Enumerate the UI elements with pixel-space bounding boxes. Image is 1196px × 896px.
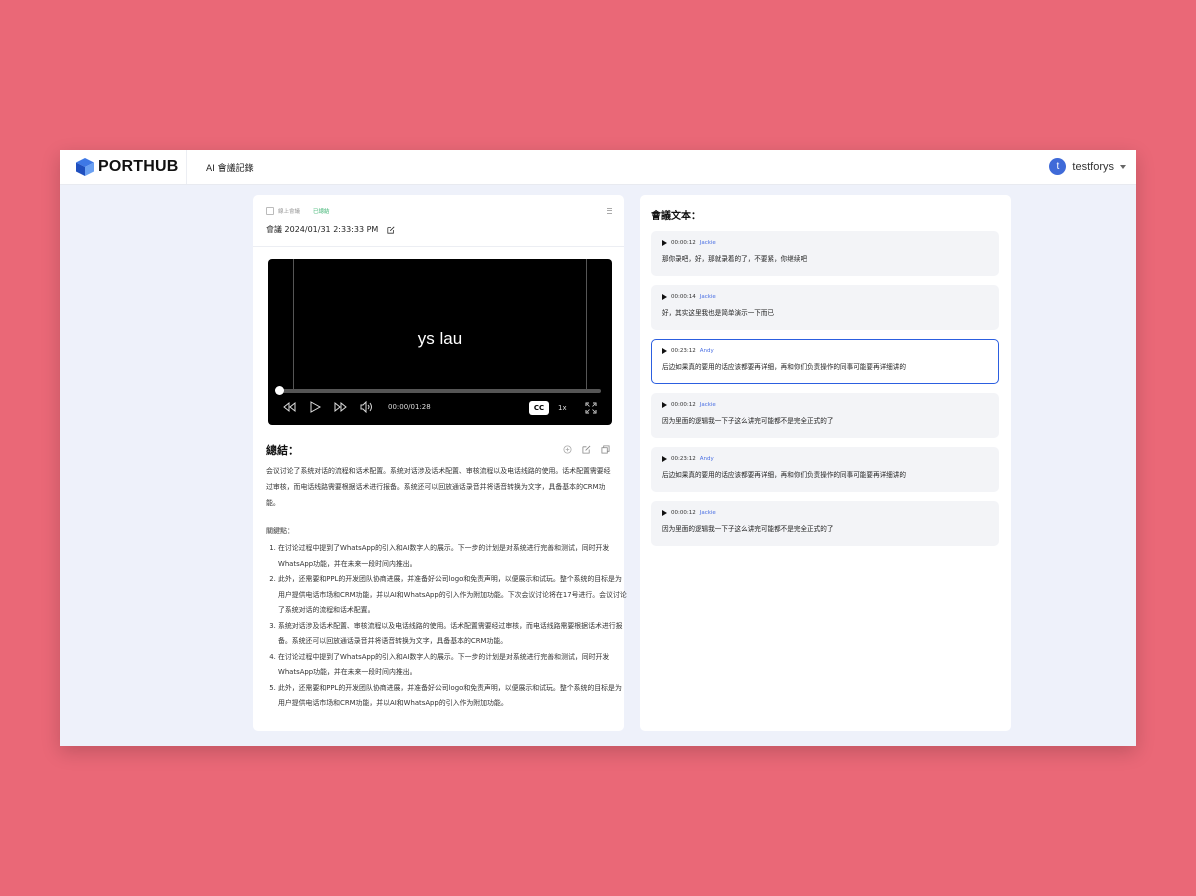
avatar[interactable]: t	[1049, 158, 1067, 175]
entry-text: 因为里面的逻辑我一下子这么讲完可能都不是完全正式的了	[662, 525, 834, 533]
meeting-title: 會議 2024/01/31 2:33:33 PM	[266, 224, 395, 235]
time-display: 00:00/01:28	[388, 403, 431, 411]
entry-meta: 00:00:14 Jackie	[662, 294, 988, 300]
list-item: 系统对话涉及话术配置、审核流程以及电话线路的使用。话术配置需要经过审核，而电话线…	[278, 619, 627, 650]
transcript-entry[interactable]: 00:00:14 Jackie 好，其实这里我也是简单演示一下而已	[651, 285, 999, 330]
entry-speaker: Jackie	[699, 402, 716, 408]
entry-text: 后边如果真的要用的话应该都要再详细，再和你们负责操作的同事可能要再详细讲的	[662, 471, 906, 479]
summary-actions	[553, 445, 610, 454]
transcript-entry[interactable]: 00:00:12 Jackie 因为里面的逻辑我一下子这么讲完可能都不是完全正式…	[651, 393, 999, 438]
play-icon[interactable]	[662, 348, 667, 354]
play-icon[interactable]	[308, 401, 322, 413]
list-item: 此外，还需要和PPL的开发团队协商进展，并准备好公司logo和免责声明，以便展示…	[278, 681, 627, 712]
nav-title[interactable]: AI 會議記錄	[206, 161, 254, 174]
list-item: 在讨论过程中提到了WhatsApp的引入和AI数字人的展示。下一步的计划是对系统…	[278, 541, 627, 572]
play-icon[interactable]	[662, 402, 667, 408]
list-item: 此外，还需要和PPL的开发团队协商进展，并准备好公司logo和免责声明，以便展示…	[278, 572, 627, 619]
video-player[interactable]: ys lau 00:00/01:28 CC 1x	[268, 259, 612, 425]
entry-meta: 00:00:12 Jackie	[662, 510, 988, 516]
volume-icon[interactable]	[360, 401, 374, 413]
app-window: PORTHUB AI 會議記錄 t testforys 線上會議 已總結 會議 …	[60, 150, 1136, 746]
entry-speaker: Jackie	[699, 240, 716, 246]
play-icon[interactable]	[662, 240, 667, 246]
key-points-list: 在讨论过程中提到了WhatsApp的引入和AI数字人的展示。下一步的计划是对系统…	[266, 541, 627, 712]
play-icon[interactable]	[662, 510, 667, 516]
entry-speaker: Andy	[699, 456, 714, 462]
play-icon[interactable]	[662, 456, 667, 462]
meeting-panel: 線上會議 已總結 會議 2024/01/31 2:33:33 PM ys lau	[253, 195, 627, 731]
divider	[253, 246, 624, 247]
entry-meta: 00:00:12 Jackie	[662, 402, 988, 408]
topbar-divider	[186, 150, 187, 184]
transcript-panel: 會議文本： 00:00:12 Jackie 那你录吧，好，那就录着的了，不要紧，…	[640, 195, 1011, 731]
entry-meta: 00:23:12 Andy	[662, 348, 988, 354]
entry-text: 那你录吧，好，那就录着的了，不要紧，你继续吧	[662, 255, 808, 263]
progress-handle[interactable]	[275, 386, 284, 395]
entry-meta: 00:23:12 Andy	[662, 456, 988, 462]
edit-icon[interactable]	[387, 225, 395, 234]
caret-down-icon[interactable]	[1120, 164, 1126, 169]
meeting-meta: 線上會議 已總結	[266, 207, 330, 215]
entry-time: 00:23:12	[671, 348, 696, 354]
fullscreen-icon[interactable]	[585, 402, 597, 414]
transcript-entry[interactable]: 00:00:12 Jackie 那你录吧，好，那就录着的了，不要紧，你继续吧	[651, 231, 999, 276]
video-caption: ys lau	[417, 329, 463, 348]
entry-time: 00:00:12	[671, 240, 696, 246]
transcript-entry-active[interactable]: 00:23:12 Andy 后边如果真的要用的话应该都要再详细，再和你们负责操作…	[651, 339, 999, 384]
entry-time: 00:23:12	[671, 456, 696, 462]
transcript-title: 會議文本：	[651, 211, 701, 222]
menu-icon[interactable]	[607, 208, 612, 215]
meeting-title-text: 會議 2024/01/31 2:33:33 PM	[266, 225, 379, 234]
entry-speaker: Jackie	[699, 510, 716, 516]
copy-icon[interactable]	[601, 445, 610, 454]
cc-button[interactable]: CC	[529, 401, 549, 415]
logo-text: PORTHUB	[98, 158, 179, 175]
add-icon[interactable]	[563, 445, 572, 454]
entry-text: 好，其实这里我也是简单演示一下而已	[662, 309, 775, 317]
summary-text: 会议讨论了系统对话的流程和话术配置。系统对话涉及话术配置、审核流程以及电话线路的…	[266, 467, 611, 507]
summary-title: 總結：	[266, 444, 299, 457]
edit-icon[interactable]	[582, 445, 591, 454]
entry-text: 后边如果真的要用的话应该都要再详细，再和你们负责操作的同事可能要再详细讲的	[662, 363, 906, 371]
play-icon[interactable]	[662, 294, 667, 300]
entry-meta: 00:00:12 Jackie	[662, 240, 988, 246]
player-controls: 00:00/01:28	[282, 401, 431, 413]
entry-time: 00:00:14	[671, 294, 696, 300]
meeting-type: 線上會議	[278, 209, 301, 215]
status-badge: 已總結	[313, 209, 330, 215]
user-menu[interactable]: t testforys	[1049, 158, 1126, 175]
username[interactable]: testforys	[1072, 161, 1114, 173]
list-item: 在讨论过程中提到了WhatsApp的引入和AI数字人的展示。下一步的计划是对系统…	[278, 650, 627, 681]
transcript-entry[interactable]: 00:23:12 Andy 后边如果真的要用的话应该都要再详细，再和你们负责操作…	[651, 447, 999, 492]
video-frame-line	[293, 259, 294, 389]
key-points-title: 關鍵點：	[266, 527, 294, 535]
entry-time: 00:00:12	[671, 510, 696, 516]
entry-text: 因为里面的逻辑我一下子这么讲完可能都不是完全正式的了	[662, 417, 834, 425]
entry-time: 00:00:12	[671, 402, 696, 408]
top-bar: PORTHUB AI 會議記錄 t testforys	[60, 150, 1136, 185]
speed-button[interactable]: 1x	[558, 404, 567, 412]
cube-logo-icon	[76, 158, 94, 176]
porthub-logo[interactable]: PORTHUB	[74, 157, 179, 177]
fast-forward-icon[interactable]	[334, 401, 348, 413]
entry-speaker: Andy	[699, 348, 714, 354]
entry-speaker: Jackie	[699, 294, 716, 300]
progress-bar[interactable]	[279, 389, 601, 393]
rewind-icon[interactable]	[282, 401, 296, 413]
meeting-type-icon	[266, 207, 274, 215]
transcript-entry[interactable]: 00:00:12 Jackie 因为里面的逻辑我一下子这么讲完可能都不是完全正式…	[651, 501, 999, 546]
video-frame-line	[586, 259, 587, 389]
